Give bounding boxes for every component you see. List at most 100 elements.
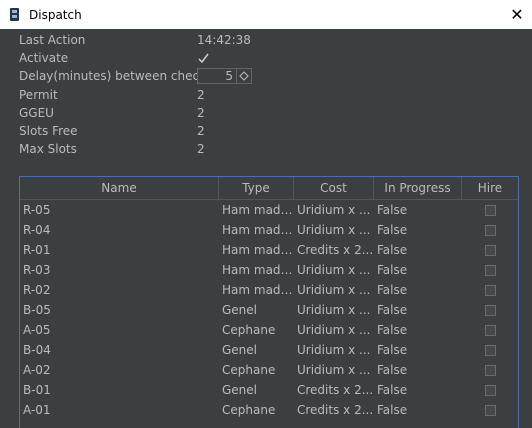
cell-name: R-01 xyxy=(23,243,51,257)
cell-cost: Uridium x ... xyxy=(297,323,371,337)
cell-type: Ham madd... xyxy=(222,283,294,297)
hire-checkbox[interactable] xyxy=(484,344,496,356)
permit-label: Permit xyxy=(19,88,58,102)
cell-type: Cephane xyxy=(222,323,276,337)
cell-in-progress: False xyxy=(377,263,408,277)
activate-checkbox[interactable] xyxy=(197,52,209,64)
cell-hire xyxy=(462,284,518,296)
cell-cost: Credits x 2... xyxy=(297,383,374,397)
delay-spinner: 5 xyxy=(197,68,252,84)
ggeu-label: GGEU xyxy=(19,106,54,120)
cell-cost: Credits x 2... xyxy=(297,243,374,257)
hire-checkbox[interactable] xyxy=(484,224,496,236)
cell-cost: Uridium x ... xyxy=(297,363,371,377)
cell-hire xyxy=(462,304,518,316)
cell-in-progress: False xyxy=(377,383,408,397)
cell-type: Genel xyxy=(222,303,258,317)
activate-row: Activate xyxy=(19,49,519,67)
cell-name: R-04 xyxy=(23,223,51,237)
cell-in-progress: False xyxy=(377,223,408,237)
hire-checkbox[interactable] xyxy=(484,404,496,416)
hire-checkbox[interactable] xyxy=(484,364,496,376)
cell-in-progress: False xyxy=(377,323,408,337)
last-action-label: Last Action xyxy=(19,33,86,47)
cell-hire xyxy=(462,244,518,256)
cell-type: Ham madd... xyxy=(222,263,294,277)
cell-hire xyxy=(462,224,518,236)
slots-free-value: 2 xyxy=(197,124,205,138)
hire-checkbox[interactable] xyxy=(484,204,496,216)
cell-hire xyxy=(462,264,518,276)
table-row[interactable]: R-01 Ham madd... Credits x 2... False xyxy=(20,240,518,260)
cell-name: B-01 xyxy=(23,383,51,397)
table-header: Name Type Cost In Progress Hire xyxy=(20,177,518,200)
cell-cost: Uridium x ... xyxy=(297,283,371,297)
slots-free-row: Slots Free 2 xyxy=(19,122,519,140)
table-row[interactable]: A-05 Cephane Uridium x ... False xyxy=(20,320,518,340)
cell-name: R-05 xyxy=(23,203,51,217)
cell-in-progress: False xyxy=(377,303,408,317)
cell-in-progress: False xyxy=(377,283,408,297)
table-row[interactable]: A-01 Cephane Credits x 2... False xyxy=(20,400,518,420)
cell-hire xyxy=(462,364,518,376)
window-title: Dispatch xyxy=(29,7,82,22)
cell-hire xyxy=(462,384,518,396)
hire-checkbox[interactable] xyxy=(484,264,496,276)
table-row[interactable]: R-04 Ham madd... Uridium x ... False xyxy=(20,220,518,240)
table-row[interactable]: B-01 Genel Credits x 2... False xyxy=(20,380,518,400)
cell-name: R-03 xyxy=(23,263,51,277)
max-slots-row: Max Slots 2 xyxy=(19,140,519,158)
cell-type: Genel xyxy=(222,383,258,397)
ggeu-row: GGEU 2 xyxy=(19,104,519,122)
cell-type: Genel xyxy=(222,343,258,357)
cell-cost: Credits x 2... xyxy=(297,403,374,417)
cell-name: A-02 xyxy=(23,363,51,377)
hire-checkbox[interactable] xyxy=(484,244,496,256)
table-row[interactable]: B-05 Genel Uridium x ... False xyxy=(20,300,518,320)
table-row[interactable]: B-04 Genel Uridium x ... False xyxy=(20,340,518,360)
last-action-value: 14:42:38 xyxy=(197,33,251,47)
table-row[interactable]: R-02 Ham madd... Uridium x ... False xyxy=(20,280,518,300)
hire-checkbox[interactable] xyxy=(484,284,496,296)
hire-checkbox[interactable] xyxy=(484,324,496,336)
close-button[interactable]: ✕ xyxy=(502,0,532,29)
table-row[interactable]: R-03 Ham madd... Uridium x ... False xyxy=(20,260,518,280)
cell-type: Cephane xyxy=(222,403,276,417)
cell-type: Ham madd... xyxy=(222,243,294,257)
delay-input[interactable]: 5 xyxy=(197,68,237,84)
table-body: R-05 Ham madd... Uridium x ... False R-04 Ham… xyxy=(20,200,518,420)
column-header-hire[interactable]: Hire xyxy=(462,177,518,199)
cell-name: B-04 xyxy=(23,343,51,357)
cell-hire xyxy=(462,404,518,416)
max-slots-value: 2 xyxy=(197,142,205,156)
dispatch-table: Name Type Cost In Progress Hire R-05 Ham … xyxy=(19,176,519,428)
cell-hire xyxy=(462,204,518,216)
hire-checkbox[interactable] xyxy=(484,384,496,396)
title-bar: Dispatch ✕ xyxy=(0,0,532,29)
cell-cost: Uridium x ... xyxy=(297,303,371,317)
cell-cost: Uridium x ... xyxy=(297,203,371,217)
app-icon xyxy=(10,8,19,21)
column-header-name[interactable]: Name xyxy=(20,177,219,199)
cell-type: Ham madd... xyxy=(222,223,294,237)
cell-hire xyxy=(462,324,518,336)
hire-checkbox[interactable] xyxy=(484,304,496,316)
cell-in-progress: False xyxy=(377,243,408,257)
column-header-cost[interactable]: Cost xyxy=(294,177,374,199)
checkmark-icon xyxy=(197,53,209,63)
cell-name: A-05 xyxy=(23,323,51,337)
ggeu-value: 2 xyxy=(197,106,205,120)
spinner-arrows-icon[interactable] xyxy=(237,68,252,84)
cell-in-progress: False xyxy=(377,363,408,377)
table-row[interactable]: R-05 Ham madd... Uridium x ... False xyxy=(20,200,518,220)
cell-in-progress: False xyxy=(377,343,408,357)
cell-name: R-02 xyxy=(23,283,51,297)
column-header-type[interactable]: Type xyxy=(219,177,294,199)
cell-cost: Uridium x ... xyxy=(297,263,371,277)
cell-in-progress: False xyxy=(377,403,408,417)
diamond-icon xyxy=(239,71,249,81)
table-row[interactable]: A-02 Cephane Uridium x ... False xyxy=(20,360,518,380)
column-header-in-progress[interactable]: In Progress xyxy=(374,177,462,199)
cell-type: Ham madd... xyxy=(222,203,294,217)
max-slots-label: Max Slots xyxy=(19,142,77,156)
